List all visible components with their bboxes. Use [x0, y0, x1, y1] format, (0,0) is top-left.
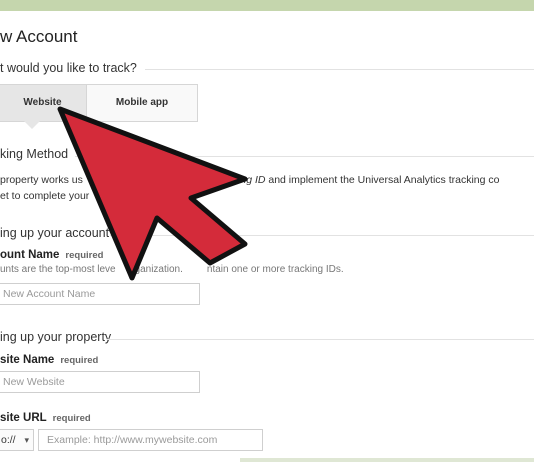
website-name-label-row: site Name required	[0, 354, 98, 366]
website-name-input[interactable]	[0, 371, 200, 393]
protocol-value: o://	[1, 434, 16, 446]
account-section-heading: ing up your account	[0, 226, 110, 240]
account-description-mid: organization.	[125, 264, 183, 275]
website-name-label: site Name	[0, 354, 55, 366]
protocol-select[interactable]: o:// ▾	[0, 429, 34, 451]
selected-tab-pointer	[24, 121, 40, 129]
account-name-input[interactable]	[0, 283, 200, 305]
website-url-label: site URL	[0, 412, 47, 424]
tracking-id-link-text: et Tracking ID	[200, 174, 266, 186]
website-url-label-row: site URL required	[0, 412, 91, 424]
required-badge: required	[65, 250, 104, 261]
divider	[145, 69, 534, 70]
track-question: t would you like to track?	[0, 61, 137, 75]
divider	[110, 235, 534, 236]
divider	[107, 339, 534, 340]
account-description-suffix: ntain one or more tracking IDs.	[206, 264, 344, 275]
divider	[75, 156, 534, 157]
account-name-label: ount Name	[0, 249, 60, 261]
account-description: unts are the top-most leve organization. n…	[0, 264, 344, 275]
account-name-label-row: ount Name required	[0, 249, 103, 261]
tracking-description-line1: property works us et Tracking ID and impl…	[0, 174, 499, 186]
property-section-heading: ing up your property	[0, 330, 112, 344]
required-badge: required	[52, 413, 91, 424]
footer-accent-line	[240, 458, 534, 462]
required-badge: required	[60, 355, 99, 366]
tracking-method-heading: king Method	[0, 147, 69, 161]
page-title: w Account	[0, 27, 78, 46]
tab-mobile-app[interactable]: Mobile app	[87, 85, 197, 121]
website-url-input[interactable]	[38, 429, 263, 451]
property-type-tabs: Website Mobile app	[0, 84, 198, 122]
tracking-description-line2: et to complete your	[0, 190, 90, 202]
tracking-text-suffix: and implement the Universal Analytics tr…	[265, 174, 500, 186]
top-accent-bar	[0, 0, 534, 11]
account-description-prefix: unts are the top-most leve	[0, 264, 116, 275]
chevron-down-icon: ▾	[24, 435, 29, 445]
tab-website[interactable]: Website	[0, 85, 87, 121]
tracking-text-prefix: property works us	[0, 174, 83, 186]
